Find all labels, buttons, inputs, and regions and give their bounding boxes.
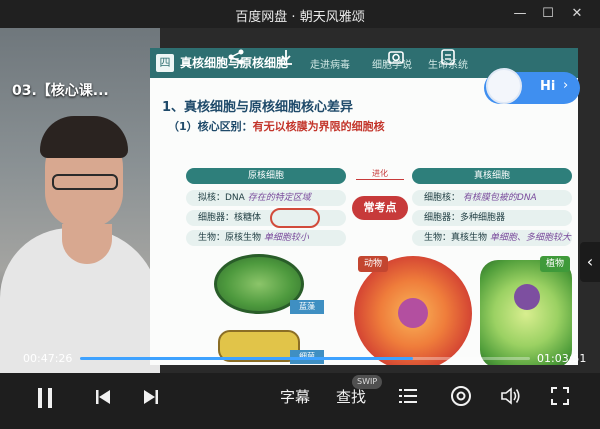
play-pause-icon[interactable] (34, 386, 56, 410)
share-icon[interactable] (226, 48, 246, 68)
lesson-title: 03.【核心课... (12, 83, 109, 99)
video-player: 百度网盘 · 朝天风雅颂 — ☐ ✕ 四 真核细胞与原核细胞 走进病毒 细胞学说… (0, 0, 600, 429)
chevron-right-icon[interactable]: › (563, 78, 568, 93)
plant-nucleus (514, 284, 540, 310)
row-note: 有核膜包被的DNA (462, 193, 537, 203)
handwritten-circle (270, 208, 320, 228)
prokaryote-header: 原核细胞 (186, 168, 346, 184)
next-icon[interactable] (142, 388, 160, 406)
ai-assistant-greeting[interactable]: Hi (540, 79, 555, 94)
section-number: 四 (156, 54, 174, 72)
evolve-label: 进化 (356, 168, 404, 180)
maximize-button[interactable]: ☐ (537, 4, 559, 24)
eukaryote-row: 生物：真核生物 单细胞、多细胞较大 (412, 230, 572, 246)
eukaryote-header: 真核细胞 (412, 168, 572, 184)
progress-fill (80, 357, 413, 360)
swip-badge: SWIP (352, 375, 383, 389)
teacher-hair (40, 116, 128, 158)
slide-heading: 1、真核细胞与原核细胞核心差异 (162, 100, 354, 115)
animal-nucleus (398, 298, 428, 328)
total-time: 01:03:51 (537, 352, 587, 365)
plant-cell-illustration (480, 260, 572, 365)
volume-icon[interactable] (500, 386, 522, 406)
slide-tab: 走进病毒 (310, 60, 350, 71)
eukaryote-row: 细胞核： 有核膜包被的DNA (412, 190, 572, 206)
prokaryote-row: 生物：原核生物 单细胞较小 (186, 230, 346, 246)
exam-point-badge: 常考点 (352, 196, 408, 220)
row-text: 拟核：DNA (198, 193, 245, 203)
row-text: 生物：原核生物 (198, 233, 262, 243)
current-time: 00:47:26 (23, 352, 73, 365)
fullscreen-icon[interactable] (550, 386, 570, 406)
note-icon[interactable] (438, 48, 458, 68)
glasses-icon (52, 174, 118, 190)
row-text: 细胞器：多种细胞器 (424, 213, 506, 223)
search-button[interactable]: 查找 (336, 386, 366, 407)
minimize-button[interactable]: — (509, 4, 531, 24)
row-text: 细胞核： (424, 193, 461, 203)
close-button[interactable]: ✕ (566, 4, 588, 24)
row-text: 生物：真核生物 (424, 233, 488, 243)
snapshot-icon[interactable] (386, 48, 406, 68)
prokaryote-illustrations: 蓝藻 细菌 (212, 246, 352, 364)
animal-tag: 动物 (358, 256, 389, 272)
subtitle-button[interactable]: 字幕 (280, 386, 310, 407)
sub-highlight: 有无以核膜为界限的细胞核 (252, 120, 385, 133)
cyanobacteria-tag: 蓝藻 (290, 300, 324, 314)
eukaryote-row: 细胞器：多种细胞器 (412, 210, 572, 226)
ai-assistant-avatar-icon[interactable] (486, 68, 522, 104)
plant-tag: 植物 (540, 256, 571, 272)
playlist-icon[interactable] (398, 386, 418, 406)
download-icon[interactable] (276, 48, 296, 68)
progress-bar[interactable] (80, 357, 530, 360)
row-note: 存在的特定区域 (247, 193, 311, 203)
speed-icon[interactable] (450, 385, 472, 407)
side-panel-toggle[interactable]: ‹ (580, 242, 600, 282)
row-note: 单细胞较小 (263, 233, 309, 243)
row-text: 细胞器：核糖体 (198, 213, 262, 223)
prokaryote-row: 拟核：DNA 存在的特定区域 (186, 190, 346, 206)
title-bar: 百度网盘 · 朝天风雅颂 — ☐ ✕ (0, 0, 600, 28)
slide-subheading: （1）核心区别：有无以核膜为界限的细胞核 (168, 118, 385, 134)
prokaryote-row: 细胞器：核糖体 (186, 210, 346, 226)
video-frame[interactable]: 四 真核细胞与原核细胞 走进病毒 细胞学说 生命系统 1、真核细胞与原核细胞核心… (0, 28, 600, 373)
row-note: 单细胞、多细胞较大 (489, 233, 571, 243)
previous-icon[interactable] (94, 388, 112, 406)
sub-prefix: （1）核心区别： (168, 120, 253, 133)
